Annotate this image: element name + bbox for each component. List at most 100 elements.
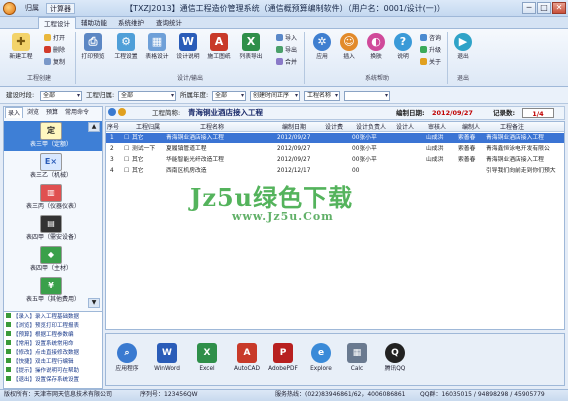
col-header-compiler[interactable]: 编制人: [462, 123, 480, 132]
col-header-lead[interactable]: 设计负责人: [356, 123, 386, 132]
table-3b-button[interactable]: E× 表三乙（机械）: [26, 153, 76, 181]
cell-lead: 00: [352, 168, 360, 174]
cell-attribution: 测试一下: [132, 146, 156, 152]
quick-tab-calculator[interactable]: 计算器: [46, 3, 75, 14]
launcher-adobepdf[interactable]: P AdobePDF: [266, 343, 300, 374]
upgrade-button[interactable]: 升级: [420, 46, 441, 56]
plugin-button[interactable]: ☺ 插入: [336, 33, 362, 61]
maximize-button[interactable]: □: [537, 2, 551, 14]
excel-icon: X: [242, 33, 260, 51]
cell-lead: 00张小平: [352, 146, 377, 152]
table-3a-button[interactable]: 定 表三甲（定额）: [26, 122, 76, 150]
col-header-attribution[interactable]: 工程归属: [136, 123, 160, 132]
minimize-button[interactable]: ─: [522, 2, 536, 14]
row-checkbox[interactable]: ☐: [124, 166, 129, 176]
launcher-applications[interactable]: ⌕ 应用程序: [110, 343, 144, 374]
launcher-calc[interactable]: ▦ Calc: [340, 343, 374, 374]
field-select[interactable]: 工程名称: [304, 91, 340, 101]
table-4a-material-button[interactable]: ◆ 表四甲（主材）: [26, 246, 76, 274]
design-explain-button[interactable]: W 设计说明: [175, 33, 201, 61]
folder-icon: [44, 34, 51, 41]
table-4a-equipment-button[interactable]: ▤ 表四甲（需安设备）: [26, 215, 80, 243]
scroll-down-button[interactable]: ▼: [88, 298, 100, 308]
tab-system-maintenance[interactable]: 系统维护: [113, 17, 149, 29]
attribution-select[interactable]: 全部: [118, 91, 176, 101]
info-icon: [420, 58, 427, 65]
cell-compiler: 索善春: [458, 135, 476, 141]
back-icon[interactable]: [108, 108, 116, 116]
export-button[interactable]: 导出: [276, 46, 297, 56]
scroll-up-button[interactable]: ▲: [88, 122, 100, 132]
table-settings-button[interactable]: ▦ 表格设计: [144, 33, 170, 61]
col-header-reviewer[interactable]: 审核人: [428, 123, 446, 132]
star-icon[interactable]: [118, 108, 127, 116]
group-separator: [304, 32, 305, 84]
col-header-index[interactable]: 序号: [107, 123, 119, 132]
project-nav-buttons[interactable]: [108, 108, 136, 118]
cell-remark: 引导我们向前走到你们预大: [486, 168, 556, 174]
launcher-qq[interactable]: Q 腾讯QQ: [378, 343, 412, 374]
print-preview-button[interactable]: ⎙ 打印预览: [80, 33, 106, 61]
quota-book-icon: 定: [40, 122, 62, 140]
engineering-settings-button[interactable]: ⚙ 工程设置: [113, 33, 139, 61]
col-header-name[interactable]: 工程名称: [200, 123, 224, 132]
merge-button[interactable]: 合并: [276, 58, 297, 68]
search-input[interactable]: [344, 91, 390, 101]
cell-date: 2012/12/17: [277, 168, 311, 174]
pdf-icon: P: [273, 343, 293, 363]
tab-query-stats[interactable]: 查询统计: [151, 17, 187, 29]
cell-index: 4: [110, 168, 114, 174]
app-button[interactable]: ✲ 应用: [309, 33, 335, 61]
open-button[interactable]: 打开: [44, 34, 65, 44]
launcher-winword[interactable]: W WinWord: [150, 343, 184, 374]
year-select[interactable]: 全部: [212, 91, 246, 101]
tab-common-commands[interactable]: 常用命令: [63, 107, 91, 118]
period-select[interactable]: 全部: [40, 91, 82, 101]
tab-browse[interactable]: 浏览: [25, 107, 41, 118]
table-3c-button[interactable]: ▥ 表三丙（仪器仪表）: [26, 184, 80, 212]
app-logo-icon[interactable]: [3, 2, 16, 15]
cell-reviewer: 山成洪: [426, 157, 444, 163]
serial-number: 序列号：123456QW: [140, 391, 198, 398]
table-5a-button[interactable]: ¥ 表五甲（其他费用）: [26, 277, 80, 305]
cell-compiler: 索善春: [458, 146, 476, 152]
quick-tab-attribution[interactable]: 归属: [22, 3, 42, 14]
word-icon: W: [157, 343, 177, 363]
cell-lead: 00张小平: [352, 135, 377, 141]
col-header-date[interactable]: 编制日期: [282, 123, 306, 132]
delete-button[interactable]: 删除: [44, 46, 65, 56]
launcher-explore[interactable]: e Explore: [304, 343, 338, 374]
import-button[interactable]: 导入: [276, 34, 297, 44]
exit-button[interactable]: ▶ 退出: [450, 33, 476, 61]
cell-index: 1: [110, 135, 114, 141]
construct-drawing-button[interactable]: A 施工图纸: [206, 33, 232, 61]
page-indicator[interactable]: 1/4: [522, 108, 554, 118]
instrument-icon: ▥: [40, 184, 62, 202]
new-project-button[interactable]: ✚ 新建工程: [8, 33, 34, 61]
skin-button[interactable]: ◐ 换肤: [363, 33, 389, 61]
row-checkbox[interactable]: ☐: [124, 133, 129, 143]
cell-name: 夏履镇管道工程: [166, 146, 207, 152]
row-checkbox[interactable]: ☐: [124, 155, 129, 165]
row-checkbox[interactable]: ☐: [124, 144, 129, 154]
tab-input[interactable]: 录入: [5, 107, 24, 118]
tab-auxiliary[interactable]: 辅助功能: [76, 17, 112, 29]
sort-select[interactable]: 创建时间正序: [250, 91, 300, 101]
col-header-fee[interactable]: 设计费: [325, 123, 343, 132]
launcher-excel[interactable]: X Excel: [190, 343, 224, 374]
about-button[interactable]: 关于: [420, 58, 441, 68]
consult-button[interactable]: 咨询: [420, 34, 441, 44]
copy-button[interactable]: 复制: [44, 58, 65, 68]
cell-date: 2012/09/27: [277, 146, 311, 152]
tab-engineering-design[interactable]: 工程设计: [38, 17, 76, 29]
excel-table-icon: E×: [40, 153, 62, 171]
project-name: 青海铜业酒店接入工程: [188, 108, 263, 117]
merge-icon: [276, 58, 283, 65]
launcher-autocad[interactable]: A AutoCAD: [230, 343, 264, 374]
help-button[interactable]: ? 说明: [390, 33, 416, 61]
tab-budget[interactable]: 预算: [44, 107, 60, 118]
col-header-designer[interactable]: 设计人: [396, 123, 414, 132]
col-header-remark[interactable]: 工程备注: [500, 123, 524, 132]
list-export-button[interactable]: X 列表导出: [238, 33, 264, 61]
close-button[interactable]: ✕: [552, 2, 566, 14]
